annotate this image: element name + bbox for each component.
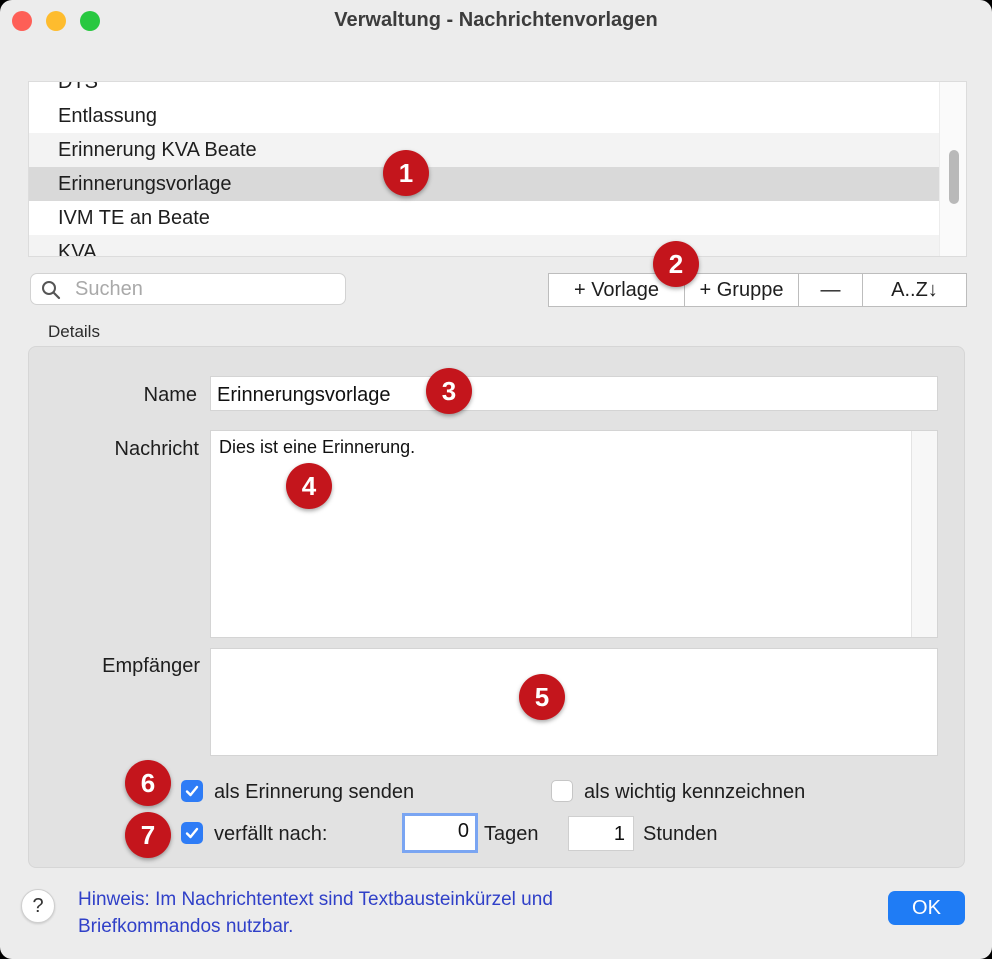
search-icon [42, 281, 61, 300]
recipient-field[interactable] [210, 648, 938, 756]
checkmark-icon [185, 827, 199, 839]
details-section-label: Details [48, 322, 100, 341]
days-label: Tagen [484, 823, 539, 845]
list-item-selected[interactable]: Erinnerungsvorlage [29, 167, 939, 201]
template-list[interactable]: DTS Entlassung Erinnerung KVA Beate Erin… [28, 81, 967, 257]
dialog-window: Verwaltung - Nachrichtenvorlagen DTS Ent… [0, 0, 992, 959]
remove-button[interactable]: — [799, 274, 863, 306]
expires-label[interactable]: verfällt nach: [214, 823, 327, 846]
sort-button[interactable]: A..Z↓ [863, 274, 966, 306]
list-item[interactable]: KVA [29, 235, 939, 256]
list-toolbar: + Vorlage + Gruppe — A..Z↓ [548, 273, 967, 307]
annotation-badge-5: 5 [519, 674, 565, 720]
mark-important-label[interactable]: als wichtig kennzeichnen [584, 781, 805, 804]
list-item[interactable]: Entlassung [29, 99, 939, 133]
mark-important-checkbox[interactable] [551, 780, 573, 802]
expires-checkbox[interactable] [181, 822, 203, 844]
annotation-badge-7: 7 [125, 812, 171, 858]
hint-text: Hinweis: Im Nachrichtentext sind Textbau… [78, 889, 553, 937]
recipient-label: Empfänger [102, 655, 200, 677]
message-text: Dies ist eine Erinnerung. [219, 437, 416, 457]
message-scrollbar[interactable] [911, 431, 937, 637]
list-item[interactable]: IVM TE an Beate [29, 201, 939, 235]
annotation-badge-2: 2 [653, 241, 699, 287]
help-button[interactable]: ? [21, 889, 55, 923]
title-bar: Verwaltung - Nachrichtenvorlagen [0, 0, 992, 40]
name-label: Name [143, 384, 197, 406]
search-input[interactable] [75, 277, 335, 301]
checkmark-icon [185, 785, 199, 797]
send-as-reminder-checkbox[interactable] [181, 780, 203, 802]
message-label: Nachricht [114, 438, 199, 460]
annotation-badge-1: 1 [383, 150, 429, 196]
annotation-badge-4: 4 [286, 463, 332, 509]
days-input[interactable]: 0 [402, 813, 478, 853]
name-field[interactable]: Erinnerungsvorlage [210, 376, 938, 411]
list-item[interactable]: Erinnerung KVA Beate [29, 133, 939, 167]
list-item[interactable]: DTS [29, 82, 939, 99]
hours-label: Stunden [643, 823, 718, 845]
list-scroll-thumb[interactable] [949, 150, 959, 204]
search-box [30, 273, 346, 305]
send-as-reminder-label[interactable]: als Erinnerung senden [214, 781, 414, 804]
add-group-button[interactable]: + Gruppe [685, 274, 799, 306]
hours-input[interactable]: 1 [568, 816, 634, 851]
window-title: Verwaltung - Nachrichtenvorlagen [334, 9, 658, 31]
message-field[interactable]: Dies ist eine Erinnerung. [210, 430, 938, 638]
annotation-badge-6: 6 [125, 760, 171, 806]
ok-button[interactable]: OK [888, 891, 965, 925]
list-scrollbar[interactable] [939, 82, 966, 256]
annotation-badge-3: 3 [426, 368, 472, 414]
